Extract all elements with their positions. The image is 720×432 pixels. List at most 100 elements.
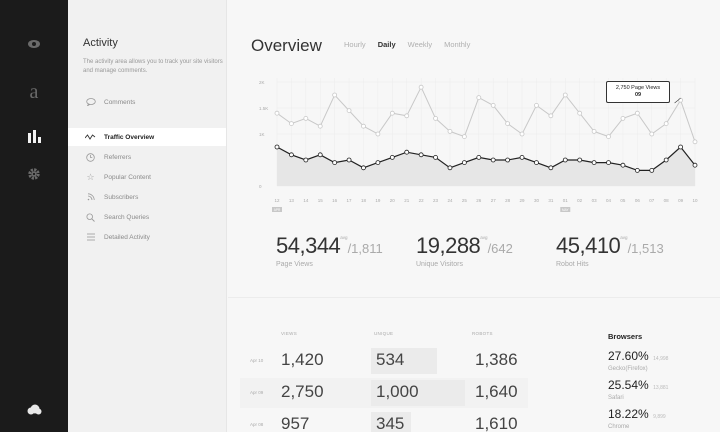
browser-name: Chrome bbox=[608, 424, 630, 430]
data-point-dark bbox=[476, 154, 482, 160]
pulse-icon bbox=[84, 134, 97, 140]
icon-rail: a bbox=[0, 0, 68, 432]
data-point-light bbox=[519, 131, 525, 137]
data-point-light bbox=[692, 139, 698, 145]
data-point-light bbox=[620, 116, 626, 121]
x-tick-label: 27 bbox=[491, 198, 497, 203]
sidebar-item-search-queries[interactable]: Search Queries bbox=[68, 208, 226, 226]
star-icon: ☆ bbox=[86, 171, 95, 182]
data-point-dark bbox=[505, 157, 511, 163]
browser-item[interactable]: 18.22% 9,899 Chrome bbox=[608, 405, 708, 430]
column-header-unique: UNIQUE bbox=[374, 331, 394, 336]
data-point-light bbox=[505, 121, 511, 126]
stat-average: avg/1,811 bbox=[340, 235, 383, 256]
data-point-light bbox=[461, 134, 467, 140]
x-tick-label: 03 bbox=[592, 198, 598, 203]
clock-icon bbox=[84, 152, 97, 162]
data-point-dark bbox=[634, 167, 640, 173]
x-tick-label: 13 bbox=[289, 198, 295, 203]
avg-label: avg bbox=[620, 235, 628, 240]
activity-sidebar: Activity The activity area allows you to… bbox=[68, 0, 227, 432]
row-date: Apr 08 bbox=[250, 422, 264, 427]
x-tick-label: 22 bbox=[419, 198, 425, 203]
sidebar-item-subscribers[interactable]: Subscribers bbox=[68, 188, 226, 206]
x-tick-label: 29 bbox=[520, 198, 526, 203]
data-point-dark bbox=[289, 152, 294, 158]
views-value: 957 bbox=[281, 414, 310, 432]
stat-label: Robot Hits bbox=[556, 261, 589, 268]
data-point-dark bbox=[433, 154, 438, 160]
data-point-light bbox=[447, 128, 453, 134]
table-row[interactable]: Apr 09 2,750 1,000 1,640 bbox=[240, 378, 528, 408]
data-point-dark bbox=[317, 152, 323, 158]
data-point-dark bbox=[606, 160, 611, 166]
sidebar-item-label: Popular Content bbox=[104, 173, 151, 181]
column-header-robots: ROBOTS bbox=[472, 331, 493, 336]
stat-label: Unique Visitors bbox=[416, 261, 463, 268]
eye-icon[interactable] bbox=[0, 37, 68, 51]
table-row[interactable]: Apr 10 1,420 534 1,386 bbox=[240, 346, 528, 376]
y-tick-label: 2K bbox=[259, 80, 265, 85]
sidebar-item-label: Comments bbox=[104, 98, 136, 106]
data-point-light bbox=[562, 92, 568, 98]
avg-value: /1,513 bbox=[627, 241, 664, 256]
bar-chart-icon[interactable] bbox=[0, 127, 68, 145]
x-tick-label: 19 bbox=[375, 198, 381, 203]
browser-percent: 27.60% bbox=[608, 349, 649, 363]
data-point-light bbox=[634, 110, 640, 116]
data-point-dark bbox=[461, 160, 467, 166]
views-value: 2,750 bbox=[281, 382, 324, 401]
stat-value: 19,288 bbox=[416, 233, 481, 258]
browser-item[interactable]: 27.60% 14,998 Gecko(Firefox) bbox=[608, 347, 708, 372]
unique-value: 534 bbox=[376, 350, 405, 369]
stat-value: 45,410 bbox=[556, 233, 621, 258]
sidebar-item-traffic-overview[interactable]: Traffic Overview bbox=[68, 128, 226, 146]
data-point-dark bbox=[678, 144, 683, 150]
data-point-dark bbox=[692, 162, 698, 168]
sidebar-item-detailed-activity[interactable]: Detailed Activity bbox=[68, 228, 226, 246]
chart-tooltip: 2,750 Page Views 09 bbox=[606, 81, 670, 103]
sidebar-item-popular-content[interactable]: ☆ Popular Content bbox=[68, 168, 226, 186]
x-tick-label: 01 bbox=[563, 198, 569, 203]
sidebar-item-referrers[interactable]: Referrers bbox=[68, 148, 226, 166]
sidebar-item-label: Referrers bbox=[104, 153, 132, 161]
gear-icon[interactable] bbox=[0, 166, 68, 182]
sidebar-item-comments[interactable]: Comments bbox=[68, 93, 226, 111]
stat-unique-visitors: 19,288avg/642 Unique Visitors bbox=[416, 233, 513, 268]
data-point-dark bbox=[303, 157, 309, 163]
data-point-light bbox=[534, 103, 539, 108]
browser-count: 13,881 bbox=[653, 385, 669, 391]
table-row[interactable]: Apr 08 957 345 1,610 bbox=[240, 410, 528, 432]
cloud-icon[interactable] bbox=[0, 402, 68, 416]
x-tick-label: 25 bbox=[462, 198, 468, 203]
unique-value: 345 bbox=[376, 414, 405, 432]
x-tick-label: 20 bbox=[390, 198, 396, 203]
robots-value: 1,640 bbox=[475, 382, 518, 401]
browser-percent: 25.54% bbox=[608, 378, 649, 392]
stat-label: Page Views bbox=[276, 261, 313, 268]
month-marker-label: APR bbox=[274, 208, 281, 212]
browser-count: 14,998 bbox=[653, 356, 669, 362]
avg-value: /1,811 bbox=[347, 241, 383, 256]
data-point-dark bbox=[577, 157, 583, 163]
x-tick-label: 30 bbox=[534, 198, 540, 203]
data-point-light bbox=[274, 110, 280, 116]
area-fill bbox=[277, 147, 695, 186]
traffic-line-chart: 2K 1.5K 1K 0 12 13 14 15 16 17 18 19 20 21 22 23 24 25 26 2… bbox=[259, 78, 698, 212]
browser-name: Safari bbox=[608, 395, 624, 401]
stat-average: avg/1,513 bbox=[620, 235, 664, 256]
data-point-light bbox=[433, 116, 438, 121]
x-tick-label: 04 bbox=[606, 198, 612, 203]
y-tick-label: 1.5K bbox=[259, 106, 268, 111]
stat-average: avg/642 bbox=[480, 235, 513, 256]
x-tick-label: 26 bbox=[476, 198, 482, 203]
letter-a-icon[interactable]: a bbox=[0, 80, 68, 104]
data-point-dark bbox=[274, 144, 280, 150]
browser-item[interactable]: 25.54% 13,881 Safari bbox=[608, 376, 708, 401]
robots-value: 1,386 bbox=[475, 350, 518, 369]
browsers-panel: Browsers 27.60% 14,998 Gecko(Firefox) 25… bbox=[608, 332, 708, 432]
y-tick-label: 1K bbox=[259, 132, 265, 137]
data-point-dark bbox=[490, 157, 496, 163]
main-panel: Overview Hourly Daily Weekly Monthly 2K 1… bbox=[228, 0, 720, 432]
speech-bubble-icon bbox=[84, 98, 97, 106]
